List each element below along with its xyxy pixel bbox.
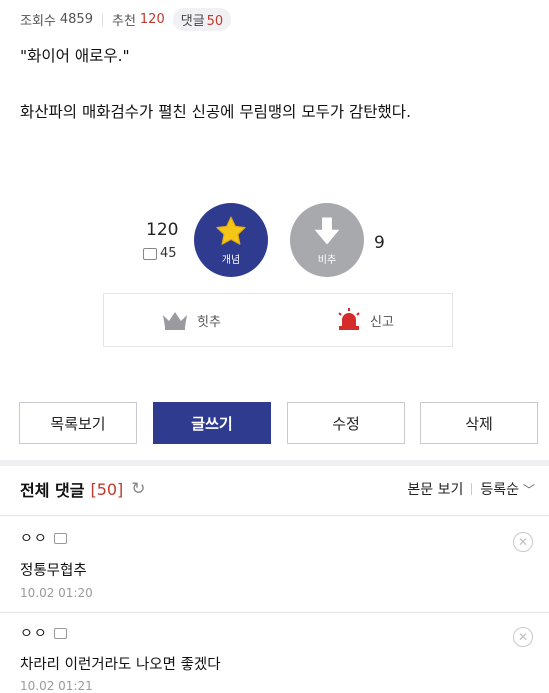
recommend-count: 120 [139,12,165,27]
delete-comment-icon[interactable]: ✕ [513,532,533,552]
comment-date: 10.02 01:21 [20,679,93,693]
down-arrow-icon [314,216,340,245]
post-quote: "화이어 애로우." [20,47,130,65]
divider [471,483,473,495]
edit-button[interactable]: 수정 [287,402,405,444]
siren-icon [338,308,360,330]
hit-label: 힛추 [197,314,221,330]
hit-button[interactable]: 힛추 [104,310,278,330]
upvote-sub: 45 [143,246,177,261]
section-divider [0,460,549,466]
comments-badge[interactable]: 댓글 50 [172,8,232,31]
comments-count: 50 [206,14,224,29]
upvote-label: 개념 [221,254,241,266]
comment-item: ㅇㅇ ✕ 정통무협추 10.02 01:20 [0,516,549,612]
comments-label: 댓글 [180,14,205,29]
mobile-icon [143,247,157,260]
upvote-sub-count: 45 [160,246,177,261]
views-label: 조회수 [20,14,56,29]
comments-title: 전체 댓글 [20,481,85,500]
author-name: ㅇㅇ [20,626,48,642]
author-name: ㅇㅇ [20,531,48,547]
list-button[interactable]: 목록보기 [19,402,137,444]
post-stats: 조회수 4859 추천 120 댓글 50 [20,8,232,31]
report-box: 힛추 신고 [103,293,453,347]
comments-options: 본문 보기 등록순 ﹀ [407,479,535,499]
comment-author: ㅇㅇ [20,623,67,643]
memo-icon[interactable] [53,627,67,639]
divider [101,13,103,26]
crown-icon [163,312,188,330]
report-label: 신고 [370,314,394,330]
write-button[interactable]: 글쓰기 [153,402,271,444]
sort-select[interactable]: 등록순 [480,479,519,499]
star-icon [216,216,246,245]
recommend-label: 추천 [111,14,136,29]
upvote-button[interactable]: 개념 [194,203,268,277]
upvote-count: 120 [146,220,179,240]
downvote-label: 비추 [317,254,337,266]
delete-comment-icon[interactable]: ✕ [513,627,533,647]
comment-date: 10.02 01:20 [20,586,93,600]
comment-item: ㅇㅇ ✕ 차라리 이런거라도 나오면 좋겠다 10.02 01:21 [0,613,549,693]
comments-header: 전체 댓글 [50] ↻ [20,477,146,501]
view-body-link[interactable]: 본문 보기 [407,479,463,499]
refresh-icon[interactable]: ↻ [131,479,145,499]
comment-text: 정통무협추 [20,563,87,579]
memo-icon[interactable] [53,532,67,544]
comment-text: 차라리 이런거라도 나오면 좋겠다 [20,657,221,673]
chevron-down-icon[interactable]: ﹀ [523,481,535,498]
report-button[interactable]: 신고 [278,308,452,332]
comment-author: ㅇㅇ [20,528,67,548]
comments-total: [50] [90,479,124,499]
views-count: 4859 [59,12,93,27]
downvote-count: 9 [374,233,385,253]
downvote-button[interactable]: 비추 [290,203,364,277]
delete-button[interactable]: 삭제 [420,402,538,444]
post-body: 화산파의 매화검수가 펼친 신공에 무림맹의 모두가 감탄했다. [20,103,411,121]
